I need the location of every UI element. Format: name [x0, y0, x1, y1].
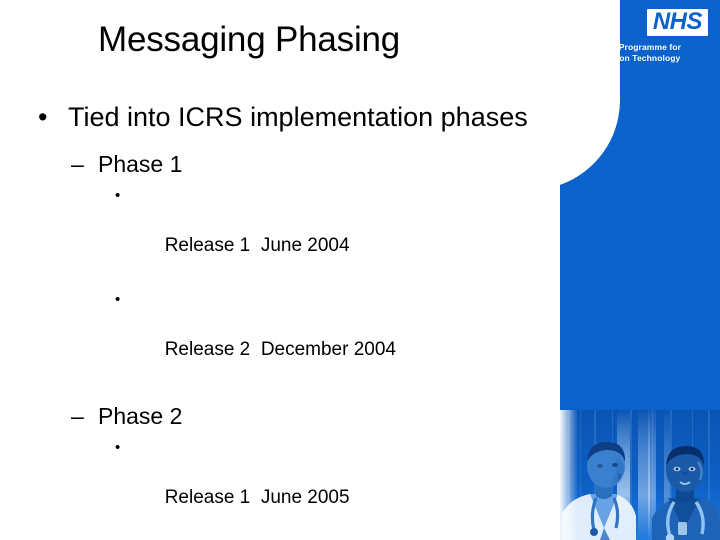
programme-subtitle-line2: Information Technology: [582, 53, 681, 63]
dash-marker-icon: –: [71, 403, 84, 429]
release-gap: [250, 487, 261, 508]
programme-subtitle-line1: National Programme for: [582, 42, 682, 52]
brand-panel: NHS National Programme for Information T…: [560, 0, 720, 540]
release-date: June 2004: [260, 235, 350, 256]
release-label: Release 1: [164, 487, 251, 508]
phase-name: Phase 1: [98, 151, 183, 177]
sub-bullet-marker-icon: •: [115, 291, 121, 308]
slide: NHS National Programme for Information T…: [0, 0, 720, 540]
nhs-logo: NHS: [646, 8, 708, 36]
slide-title: Messaging Phasing: [98, 20, 401, 59]
sub-bullet-marker-icon: •: [115, 187, 121, 204]
sub-bullet-marker-icon: •: [115, 439, 121, 456]
panel-curve-decoration: [560, 0, 620, 190]
release-label: Release 2: [164, 339, 251, 360]
bullet-level3-release: • Release 1 June 2005: [0, 435, 540, 535]
programme-subtitle: National Programme for Information Techn…: [582, 42, 708, 64]
phase-name: Phase 2: [98, 403, 183, 429]
release-date: June 2005: [260, 487, 350, 508]
bullet-level1: • Tied into ICRS implementation phases: [0, 100, 538, 135]
clinicians-photo-graphic: [560, 410, 720, 540]
release-gap: [250, 235, 261, 256]
slide-body: • Tied into ICRS implementation phases –…: [0, 100, 540, 540]
bullet-level2-phase-1: – Phase 1: [0, 149, 540, 179]
bullet-level1-text: Tied into ICRS implementation phases: [68, 102, 528, 132]
dash-marker-icon: –: [71, 151, 84, 177]
bullet-level3-release: • Release 1 June 2004: [0, 183, 540, 283]
clinicians-photo: [560, 410, 720, 540]
release-date: December 2004: [260, 339, 397, 360]
bullet-marker-icon: •: [38, 102, 48, 132]
release-gap: [250, 339, 261, 360]
bullet-level3-release: • Release 2 December 2004: [0, 287, 540, 387]
release-label: Release 1: [164, 235, 251, 256]
nhs-logo-text: NHS: [652, 8, 703, 35]
bullet-level2-phase-2: – Phase 2: [0, 401, 540, 431]
